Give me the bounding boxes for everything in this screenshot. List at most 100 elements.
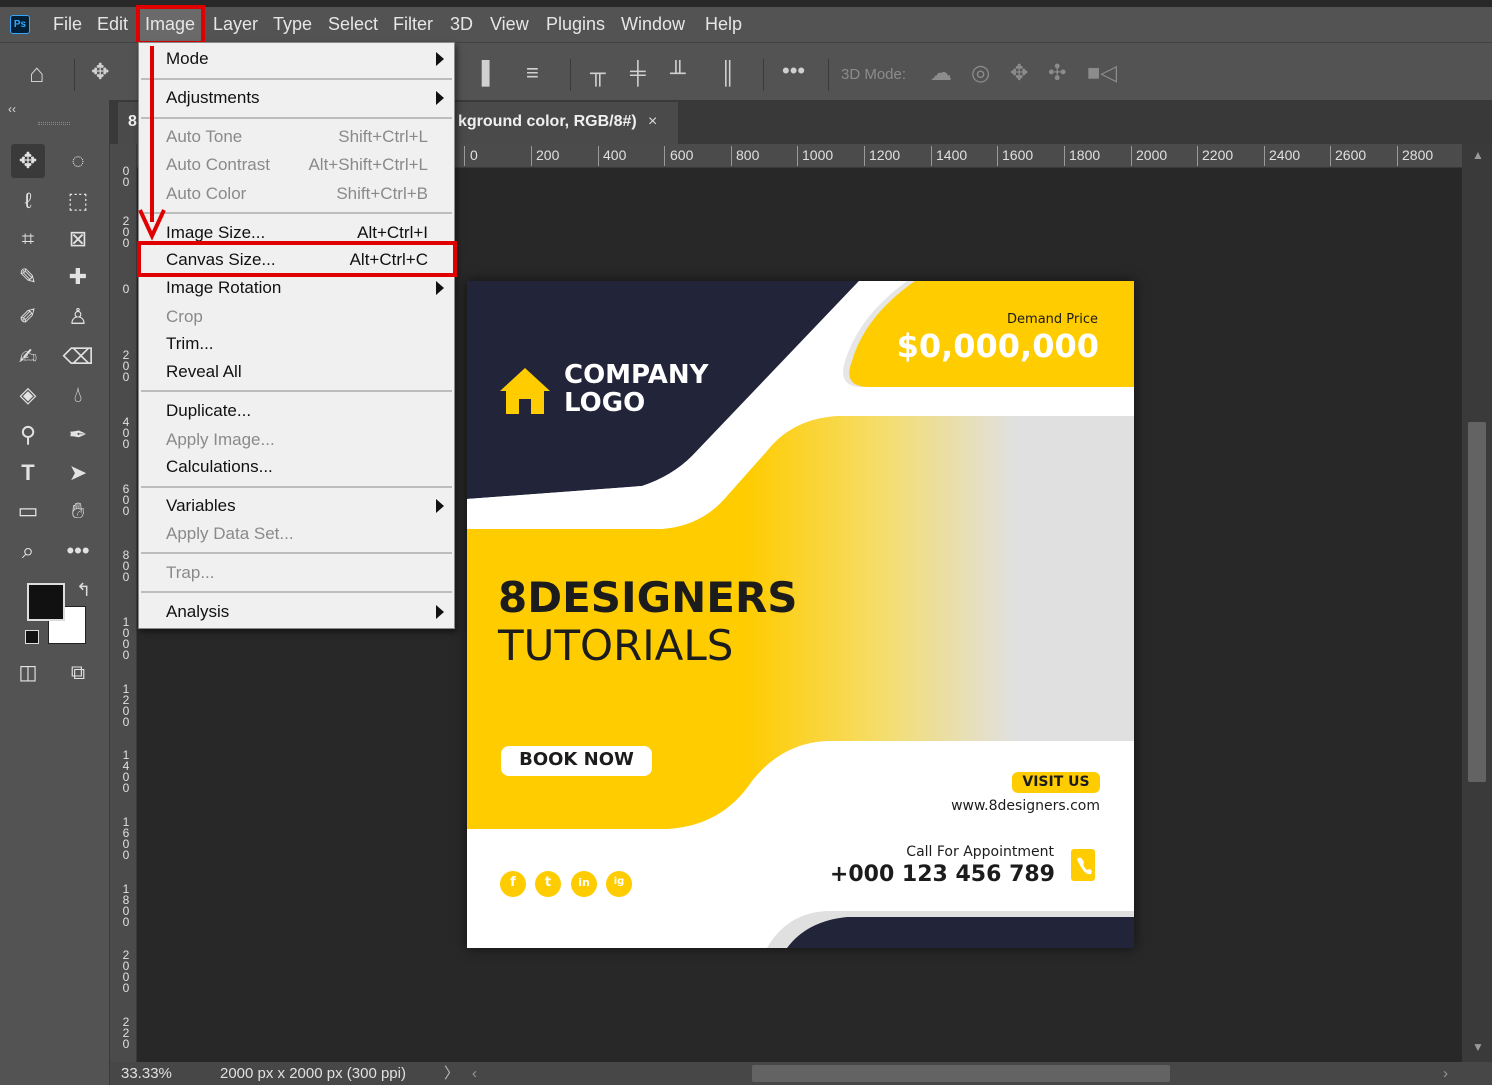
submenu-arrow-icon (436, 281, 444, 295)
status-bar: 33.33% 2000 px x 2000 px (300 ppi) 〉 ‹ › (110, 1062, 1492, 1085)
brush-tool-icon[interactable]: ✐ (11, 300, 45, 334)
scroll-down-icon[interactable]: ▼ (1472, 1040, 1484, 1054)
paint-bucket-tool-icon[interactable]: ◈ (11, 378, 45, 412)
rectangle-tool-icon[interactable]: ▭ (11, 494, 45, 528)
visit-us-badge: VISIT US (1022, 774, 1090, 790)
menu-item-duplicate[interactable]: Duplicate... (166, 398, 251, 424)
screen-mode-icon[interactable]: ⧉ (61, 656, 95, 690)
menu-help[interactable]: Help (705, 7, 742, 42)
ruler-label: 1 2 0 0 (122, 682, 130, 729)
canvas-artwork[interactable]: Demand Price $0,000,000 COMPANY LOGO 8DE… (467, 281, 1134, 948)
3d-slide-icon: ✣ (1048, 60, 1067, 85)
3d-mode-label: 3D Mode: (841, 66, 907, 83)
align-top-icon[interactable]: ╥ (590, 61, 606, 85)
options-divider (570, 59, 571, 91)
vertical-scroll-thumb[interactable] (1468, 422, 1486, 782)
foreground-color-swatch[interactable] (27, 583, 65, 621)
menu-item-calculations[interactable]: Calculations... (166, 454, 273, 480)
menu-item-crop[interactable]: Crop (166, 304, 203, 330)
auto-color-shortcut: Shift+Ctrl+B (336, 184, 428, 203)
vertical-ruler: 0 0 2 0 0 0 2 0 0 4 0 0 6 0 0 8 0 0 1 0 … (110, 144, 137, 1062)
hand-tool-icon[interactable]: ✋︎ (61, 494, 95, 528)
panel-grip[interactable] (38, 122, 70, 125)
close-tab-icon[interactable]: × (648, 102, 657, 142)
menu-type[interactable]: Type (273, 7, 312, 42)
menu-item-auto-color[interactable]: Auto Color (166, 181, 246, 207)
menu-layer[interactable]: Layer (213, 7, 258, 42)
menu-separator (141, 117, 452, 119)
submenu-arrow-icon (436, 52, 444, 66)
eraser-tool-icon[interactable]: ⌫ (61, 340, 95, 374)
instagram-glyph: ig (613, 876, 625, 887)
menu-image[interactable]: Image (145, 7, 195, 42)
twitter-glyph: t (544, 875, 552, 890)
quick-selection-tool-icon[interactable]: ⬚ (61, 184, 95, 218)
history-brush-tool-icon[interactable]: ✍ (11, 340, 45, 374)
blur-tool-icon[interactable]: 💧︎ (61, 378, 95, 412)
ruler-label: 1 8 0 0 (122, 882, 130, 929)
status-menu-arrow-icon[interactable]: 〉 (444, 1062, 459, 1085)
horizontal-scroll-thumb[interactable] (752, 1065, 1170, 1082)
lasso-tool-icon[interactable]: ℓ (11, 184, 45, 218)
menu-plugins[interactable]: Plugins (546, 7, 605, 42)
quick-mask-icon[interactable]: ◫ (11, 656, 45, 690)
price-value: $0,000,000 (896, 327, 1099, 365)
menu-item-trap[interactable]: Trap... (166, 560, 215, 586)
dodge-tool-icon[interactable]: ⚲ (11, 418, 45, 452)
eyedropper-tool-icon[interactable]: ✎ (11, 260, 45, 294)
options-divider (828, 59, 829, 91)
menu-item-auto-tone[interactable]: Auto Tone (166, 124, 242, 150)
pen-tool-icon[interactable]: ✒ (61, 418, 95, 452)
distribute-icon[interactable]: ║ (720, 61, 736, 85)
marquee-tool-icon[interactable]: ◌ (61, 144, 95, 178)
align-vertical-center-icon[interactable]: ╪ (630, 61, 646, 85)
menu-item-reveal-all[interactable]: Reveal All (166, 359, 242, 385)
menu-item-auto-contrast[interactable]: Auto Contrast (166, 152, 270, 178)
menu-separator (141, 486, 452, 488)
menu-item-adjustments[interactable]: Adjustments (166, 85, 260, 111)
clone-stamp-tool-icon[interactable]: ♙ (61, 300, 95, 334)
scroll-up-icon[interactable]: ▲ (1472, 148, 1484, 162)
move-tool-icon[interactable]: ✥ (11, 144, 45, 178)
menu-item-analysis[interactable]: Analysis (166, 599, 229, 625)
ruler-label: 200 (536, 147, 560, 163)
menu-view[interactable]: View (490, 7, 529, 42)
options-divider (763, 59, 764, 91)
more-options-icon[interactable]: ••• (782, 59, 805, 83)
zoom-level[interactable]: 33.33% (121, 1062, 172, 1085)
healing-brush-tool-icon[interactable]: ✚ (61, 260, 95, 294)
align-horizontal-center-icon[interactable]: ≡ (526, 61, 539, 85)
menu-item-apply-data-set[interactable]: Apply Data Set... (166, 521, 294, 547)
zoom-tool-icon[interactable]: ⌕ (11, 534, 45, 568)
menu-item-trim[interactable]: Trim... (166, 331, 214, 357)
frame-tool-icon[interactable]: ⊠ (61, 222, 95, 256)
menu-file[interactable]: File (53, 7, 82, 42)
home-icon[interactable]: ⌂ (29, 60, 45, 86)
crop-tool-icon[interactable]: ⌗ (11, 222, 45, 256)
edit-toolbar-icon[interactable]: ••• (61, 534, 95, 568)
ruler-label: 0 (122, 282, 130, 296)
menu-item-variables[interactable]: Variables (166, 493, 236, 519)
align-bottom-icon[interactable]: ╨ (670, 61, 686, 85)
vertical-scrollbar[interactable]: ▲ ▼ (1462, 144, 1492, 1062)
3d-roll-icon: ◎ (971, 60, 991, 85)
swap-colors-icon[interactable]: ↰ (76, 580, 91, 601)
default-colors-icon[interactable] (25, 630, 39, 644)
scroll-right-icon[interactable]: › (1443, 1062, 1448, 1085)
menu-edit[interactable]: Edit (97, 7, 128, 42)
move-tool-icon[interactable]: ✥ (91, 60, 109, 84)
menu-window[interactable]: Window (621, 7, 685, 42)
ruler-label: 6 0 0 (122, 482, 130, 518)
tools-panel: ‹‹ ✥ ◌ ℓ ⬚ ⌗ ⊠ ✎ ✚ ✐ ♙ ✍ ⌫ ◈ 💧︎ ⚲ ✒ T ➤ … (0, 100, 110, 1085)
company-logo-line1: COMPANY (564, 360, 709, 390)
path-selection-tool-icon[interactable]: ➤ (61, 456, 95, 490)
collapse-panel-icon[interactable]: ‹‹ (8, 102, 16, 116)
menu-3d[interactable]: 3D (450, 7, 473, 42)
scroll-left-icon[interactable]: ‹ (472, 1062, 477, 1085)
menu-item-apply-image[interactable]: Apply Image... (166, 427, 275, 453)
align-right-icon[interactable]: ▐ (474, 61, 490, 85)
menu-item-image-rotation[interactable]: Image Rotation (166, 275, 281, 301)
menu-select[interactable]: Select (328, 7, 378, 42)
type-tool-icon[interactable]: T (11, 456, 45, 490)
menu-filter[interactable]: Filter (393, 7, 433, 42)
